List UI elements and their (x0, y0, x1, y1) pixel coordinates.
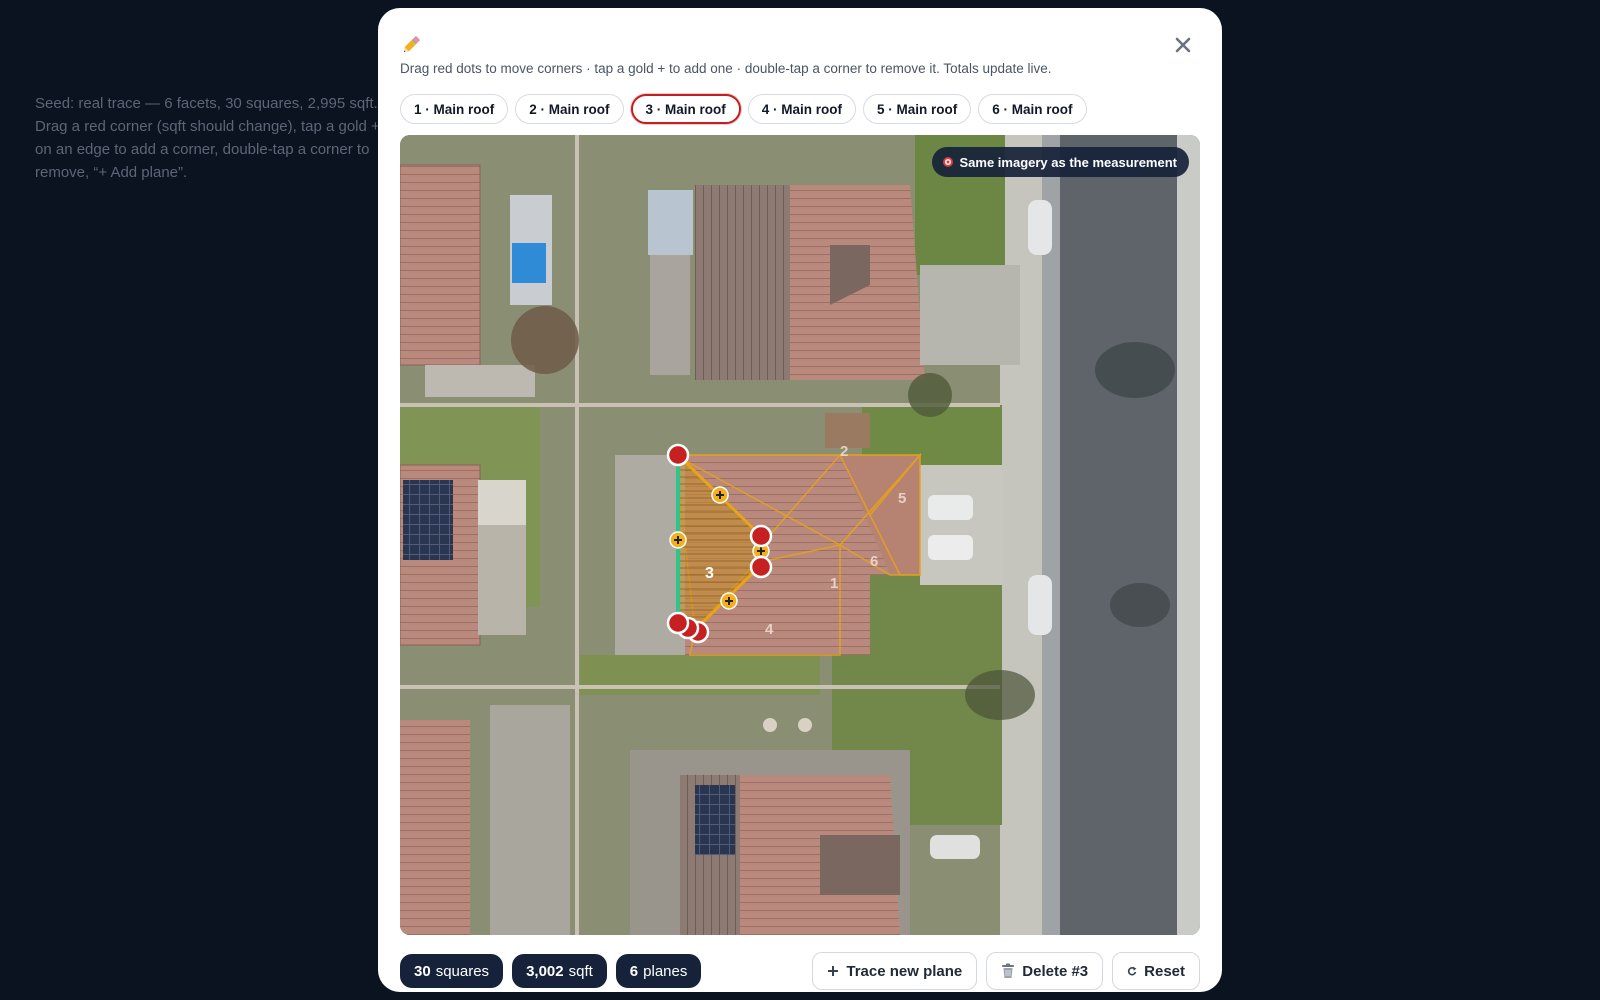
tab-plane-1[interactable]: 1 · Main roof (400, 94, 509, 124)
add-corner-icon[interactable] (711, 486, 729, 504)
corner-dot[interactable] (666, 443, 690, 467)
area-stat: 3,002 sqft (512, 954, 607, 988)
editor-actions: Trace new plane Delete #3 Reset (812, 952, 1200, 990)
pencil-icon (400, 34, 422, 56)
tab-plane-4[interactable]: 4 · Main roof (747, 94, 856, 124)
plus-icon (827, 965, 839, 977)
planes-stat: 6 planes (615, 954, 702, 988)
background-seed-note: Seed: real trace — 6 facets, 30 squares,… (35, 95, 380, 181)
imagery-source-badge: Same imagery as the measurement (931, 147, 1189, 177)
squares-unit: squares (435, 962, 490, 980)
roof-trace-editor-modal: Drag red dots to move corners · tap a go… (378, 8, 1222, 992)
area-value: 3,002 (526, 962, 564, 980)
squares-value: 30 (414, 962, 431, 980)
reset-icon (1127, 966, 1137, 976)
planes-value: 6 (629, 962, 639, 980)
facet-label-1: 1 (830, 575, 838, 592)
trace-new-plane-button[interactable]: Trace new plane (812, 952, 978, 990)
delete-plane-label: Delete #3 (1022, 962, 1089, 980)
editor-instructions: Drag red dots to move corners · tap a go… (400, 61, 1052, 76)
planes-unit: planes (643, 962, 688, 980)
reset-label: Reset (1144, 962, 1185, 980)
facet-label-3: 3 (705, 565, 714, 582)
trace-new-plane-label: Trace new plane (846, 962, 963, 980)
tab-plane-2[interactable]: 2 · Main roof (515, 94, 624, 124)
tab-plane-6[interactable]: 6 · Main roof (978, 94, 1087, 124)
facet-label-5: 5 (898, 490, 906, 507)
imagery-badge-label: Same imagery as the measurement (959, 154, 1178, 170)
area-unit: sqft (568, 962, 593, 980)
squares-stat: 30 squares (400, 954, 504, 988)
trash-icon (1001, 963, 1015, 979)
totals-bar: 30 squares 3,002 sqft 6 planes (400, 954, 702, 988)
add-corner-icon[interactable] (720, 592, 738, 610)
close-icon[interactable] (1172, 34, 1194, 56)
corner-dot[interactable] (749, 524, 773, 548)
corner-dot[interactable] (749, 555, 773, 579)
corner-dot[interactable] (666, 611, 690, 635)
reset-button[interactable]: Reset (1112, 952, 1200, 990)
tab-plane-3[interactable]: 3 · Main roof (630, 94, 741, 124)
add-corner-icon[interactable] (669, 531, 687, 549)
facet-label-4: 4 (765, 621, 774, 638)
aerial-map[interactable]: 1 2 4 5 6 3 Same imagery as the measurem… (400, 135, 1200, 935)
facet-label-6: 6 (870, 553, 878, 570)
tab-plane-5[interactable]: 5 · Main roof (863, 94, 972, 124)
facet-label-2: 2 (840, 443, 848, 460)
plane-tabs: 1 · Main roof 2 · Main roof 3 · Main roo… (400, 94, 1087, 124)
delete-plane-button[interactable]: Delete #3 (986, 952, 1104, 990)
aerial-imagery: 1 2 4 5 6 3 (400, 135, 1200, 935)
target-icon (942, 156, 954, 168)
